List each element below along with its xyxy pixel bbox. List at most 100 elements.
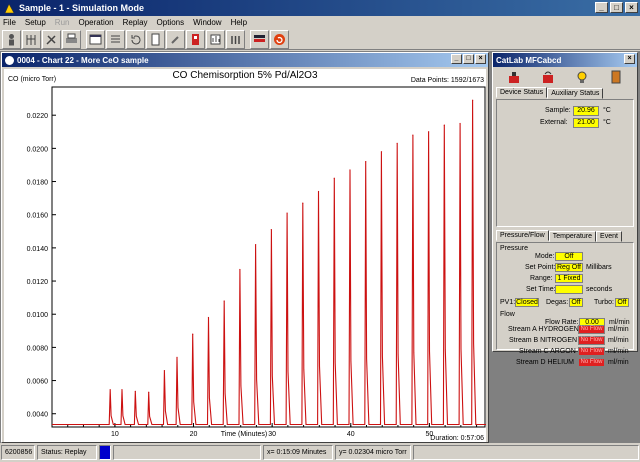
peak-point (134, 390, 136, 392)
peak-point (148, 391, 150, 393)
stream-unit: ml/min (608, 359, 629, 366)
stream-row: Stream C ARGON No Flow ml/min (496, 347, 636, 358)
stream-rows: Stream A HYDROGEN No Flow ml/min Stream … (496, 325, 636, 371)
stream-label: Stream D HELIUM (516, 359, 574, 366)
settime-value[interactable] (555, 285, 583, 294)
stream-unit: ml/min (608, 326, 629, 333)
instrument-close-button[interactable]: × (624, 54, 635, 64)
chart-maximize-button[interactable]: □ (463, 54, 474, 64)
status-text: Status: Replay (37, 445, 97, 460)
app-title: Sample - 1 - Simulation Mode (19, 3, 145, 13)
stream-value: No Flow (578, 336, 605, 345)
status-empty (413, 445, 639, 460)
peak-point (333, 177, 335, 179)
stream-row: Stream A HYDROGEN No Flow ml/min (496, 325, 636, 336)
chart-area: CO (micro Torr) CO Chemisorption 5% Pd/A… (4, 69, 486, 442)
peak-point (380, 151, 383, 153)
print-icon[interactable] (62, 29, 81, 49)
menu-window[interactable]: Window (193, 18, 221, 27)
instrument-window-title: CatLab MFCabcd (496, 55, 562, 65)
sample-unit: °C (603, 107, 611, 114)
x-tick-label: 10 (111, 431, 119, 438)
tab-auxiliary-status[interactable]: Auxiliary Status (547, 88, 604, 99)
page-icon[interactable] (146, 29, 165, 49)
mdi-workspace: 0004 - Chart 22 - More CeO sample _ □ × … (0, 51, 640, 443)
window-icon[interactable] (86, 29, 105, 49)
data-points-label: Data Points: 1592/1673 (411, 77, 484, 84)
mode-value: Off (555, 252, 583, 261)
peak-point (396, 142, 398, 144)
tools-icon[interactable] (42, 29, 61, 49)
close-button[interactable]: × (625, 2, 638, 13)
valve-icon[interactable] (507, 70, 521, 86)
door-icon[interactable] (609, 70, 623, 86)
status-bar: 6200856 Status: Replay x= 0:15:09 Minute… (0, 443, 640, 462)
range-value: 1 Fixed (555, 274, 583, 283)
menu-run[interactable]: Run (55, 18, 70, 27)
red-device-icon[interactable] (186, 29, 205, 49)
stream-unit: ml/min (608, 348, 629, 355)
peak-point (121, 389, 123, 391)
chart-minimize-button[interactable]: _ (451, 54, 462, 64)
tab-temperature[interactable]: Temperature (548, 231, 597, 242)
chart-close-button[interactable]: × (475, 54, 486, 64)
flag-icon[interactable] (250, 29, 269, 49)
bulb-icon[interactable] (575, 70, 589, 86)
stream-value: No Flow (578, 325, 605, 334)
duration-label: Duration: 0:57:06 (430, 435, 484, 442)
app-icon (4, 2, 15, 14)
chart-window-title-bar: 0004 - Chart 22 - More CeO sample _ □ × (2, 53, 488, 67)
menu-operation[interactable]: Operation (78, 18, 113, 27)
y-tick-label: 0.0180 (27, 180, 49, 187)
wrench-icon[interactable] (166, 29, 185, 49)
tree-icon[interactable] (22, 29, 41, 49)
peak-point (239, 268, 241, 271)
pv1-value: Closed (515, 298, 539, 307)
list-icon[interactable] (106, 29, 125, 49)
menu-setup[interactable]: Setup (25, 18, 46, 27)
status-tabs: Device Status Auxiliary Status (496, 87, 604, 99)
settime-label: Set Time: (526, 286, 556, 293)
status-spacer (113, 445, 261, 460)
menu-file[interactable]: File (3, 18, 16, 27)
stream-label: Stream B NITROGEN (509, 337, 578, 344)
detail-tabs: Pressure/Flow Temperature Event (496, 230, 622, 242)
device-status-panel: Sample: 20.96 °C External: 21.00 °C (496, 99, 634, 227)
gauge-icon[interactable] (206, 29, 225, 49)
menu-replay[interactable]: Replay (123, 18, 148, 27)
heater-icon[interactable] (541, 70, 555, 86)
stream-row: Stream D HELIUM No Flow ml/min (496, 358, 636, 369)
status-indicator (99, 445, 111, 460)
x-tick-label: 40 (347, 431, 355, 438)
y-readout: y= 0.02304 micro Torr (335, 445, 411, 460)
stream-unit: ml/min (608, 337, 629, 344)
peak-point (412, 134, 414, 136)
external-label: External: (540, 119, 568, 126)
degas-value: Off (569, 298, 583, 307)
x-axis-label: Time (Minutes) (221, 431, 267, 438)
menu-help[interactable]: Help (231, 18, 247, 27)
person-icon[interactable] (2, 29, 21, 49)
cycle-icon[interactable] (270, 29, 289, 49)
peak-point (443, 124, 445, 126)
toolbar (0, 29, 640, 50)
tab-device-status[interactable]: Device Status (496, 87, 548, 98)
maximize-button[interactable]: □ (610, 2, 623, 13)
chart-window-icon (5, 55, 14, 65)
minimize-button[interactable]: _ (595, 2, 608, 13)
menu-options[interactable]: Options (157, 18, 185, 27)
y-tick-label: 0.0120 (27, 279, 49, 286)
tab-event[interactable]: Event (596, 231, 622, 242)
y-tick-label: 0.0140 (27, 246, 49, 253)
stream-label: Stream C ARGON (519, 348, 576, 355)
tab-pressure-flow[interactable]: Pressure/Flow (496, 230, 549, 241)
pressure-group-label: Pressure (500, 245, 529, 252)
sample-label: Sample: (545, 107, 571, 114)
bars-icon[interactable] (226, 29, 245, 49)
refresh-icon[interactable] (126, 29, 145, 49)
peak-point (223, 300, 225, 302)
plot-frame (51, 86, 486, 428)
stream-row: Stream B NITROGEN No Flow ml/min (496, 336, 636, 347)
external-unit: °C (603, 119, 611, 126)
chart-svg: CO (micro Torr) CO Chemisorption 5% Pd/A… (8, 70, 486, 442)
